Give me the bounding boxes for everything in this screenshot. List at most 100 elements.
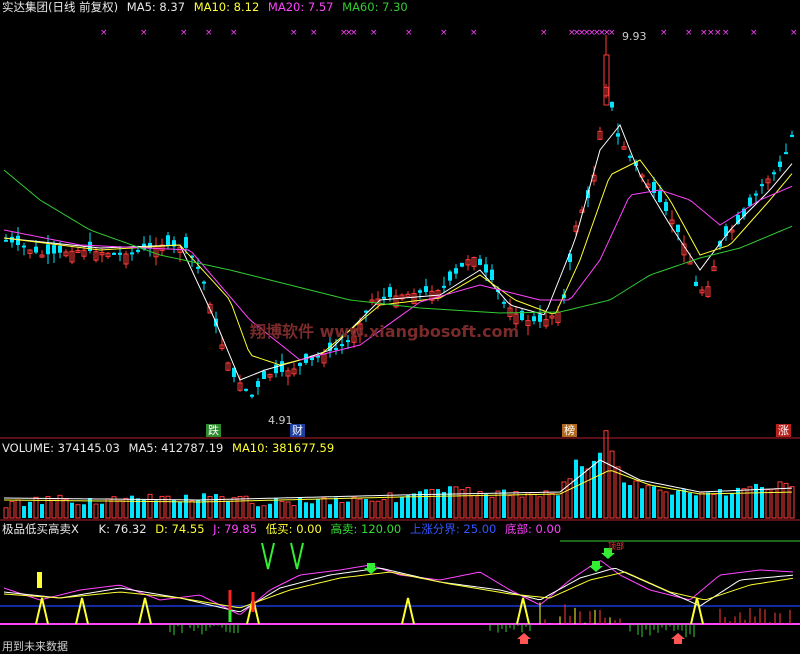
volume-bar (75, 504, 81, 519)
volume-ma10: MA10: 381677.59 (232, 441, 335, 455)
event-badge-die[interactable]: 跌 (206, 424, 221, 437)
volume-bar (771, 488, 777, 519)
volume-bar (369, 500, 375, 519)
down-arrow-icon (589, 561, 603, 572)
event-badge-bang[interactable]: 榜 (562, 424, 577, 437)
signal-cross-marker: × (660, 28, 668, 38)
buy-signal-triangle (690, 597, 704, 625)
candle-body (658, 191, 662, 202)
buy-signal-triangle (516, 597, 530, 625)
volume-bar (256, 506, 260, 518)
buy-signal-triangle (401, 597, 415, 625)
candle-body (448, 271, 452, 281)
candle-body (664, 201, 668, 211)
signal-cross-marker: × (750, 28, 758, 38)
volume-bar (249, 502, 255, 519)
signal-cross-marker: × (370, 28, 378, 38)
volume-bar (351, 496, 357, 519)
volume-bar (70, 502, 74, 518)
up-arrow-icon (517, 633, 531, 644)
volume-value: VOLUME: 374145.03 (2, 441, 120, 455)
candle-body (136, 249, 140, 252)
volume-bar (214, 494, 218, 518)
bottom-value: 底部: 0.00 (505, 522, 562, 536)
volume-bar (549, 493, 555, 519)
ma60-value: MA60: 7.30 (342, 0, 408, 14)
signal-cross-marker: × (790, 28, 798, 38)
volume-bar (15, 499, 21, 519)
signal-cross-marker: × (290, 28, 298, 38)
candle-body (778, 161, 782, 167)
candle-body (388, 287, 392, 297)
volume-bar (652, 486, 656, 518)
volume-bar (513, 491, 519, 519)
ma20-value: MA20: 7.57 (267, 0, 334, 14)
volume-bar (448, 486, 452, 518)
candle-body (184, 237, 188, 248)
main-header: 实达集团(日线 前复权) MA5: 8.37 MA10: 8.12 MA20: … (2, 0, 413, 14)
volume-bar (3, 507, 9, 519)
volume-bar (663, 491, 669, 519)
volume-bar (724, 495, 728, 518)
candle-body (166, 235, 170, 246)
volume-bar (676, 490, 680, 518)
volume-bar (93, 503, 99, 519)
volume-bar (531, 493, 537, 519)
signal-cross-marker: × (205, 28, 213, 38)
candle-body (256, 381, 260, 387)
volume-bar (633, 480, 639, 519)
volume-bar (63, 498, 69, 519)
ma60-line (3, 169, 793, 314)
volume-bar (147, 493, 153, 519)
volume-bar (471, 495, 477, 519)
volume-bar (117, 500, 123, 519)
ma10-value: MA10: 8.12 (193, 0, 260, 14)
volume-bar (22, 505, 26, 518)
candle-body (340, 344, 344, 347)
candle-body (760, 184, 764, 187)
volume-bar (381, 499, 387, 519)
volume-bar (453, 486, 459, 519)
signal-cross-marker: × (608, 28, 616, 38)
volume-bar (711, 493, 717, 519)
event-badge-cai[interactable]: 财 (290, 424, 305, 437)
volume-bar (316, 499, 320, 518)
buy-signal-bar (37, 572, 42, 588)
d-value: D: 74.55 (155, 522, 205, 536)
indicator-name[interactable]: 极品低买高卖X (2, 522, 79, 536)
buy-signal-triangle (75, 597, 89, 625)
volume-bar (40, 504, 44, 518)
ma5-value: MA5: 8.37 (126, 0, 186, 14)
volume-bar (699, 491, 705, 519)
volume-bar (51, 499, 57, 519)
candle-body (334, 347, 338, 350)
volume-bar (111, 496, 117, 519)
candle-body (424, 286, 428, 292)
candle-body (58, 245, 62, 253)
volume-bar (657, 489, 663, 519)
signal-cross-marker: × (100, 28, 108, 38)
volume-bar (736, 487, 740, 518)
stock-title[interactable]: 实达集团(日线 前复权) (2, 0, 118, 14)
candle-body (196, 266, 200, 269)
candle-body (382, 296, 386, 299)
volume-bar (406, 494, 410, 518)
event-badge-zhang[interactable]: 涨 (776, 424, 791, 437)
volume-bar (747, 486, 753, 519)
volume-bar (189, 500, 195, 519)
candle-body (694, 281, 698, 286)
volume-bar (291, 505, 297, 519)
volume-bar (682, 489, 686, 518)
candle-body (118, 252, 122, 255)
candle-body (202, 281, 206, 284)
volume-bar (28, 501, 32, 518)
low-buy-value: 低买: 0.00 (265, 522, 322, 536)
volume-bar (142, 499, 146, 518)
volume-bar (334, 497, 338, 518)
candle-body (454, 268, 458, 274)
high-price-marker: 9.93 (622, 30, 647, 43)
volume-bar (489, 496, 495, 519)
volume-bar (178, 501, 182, 518)
candle-body (244, 388, 248, 391)
signal-cross-marker: × (714, 28, 722, 38)
